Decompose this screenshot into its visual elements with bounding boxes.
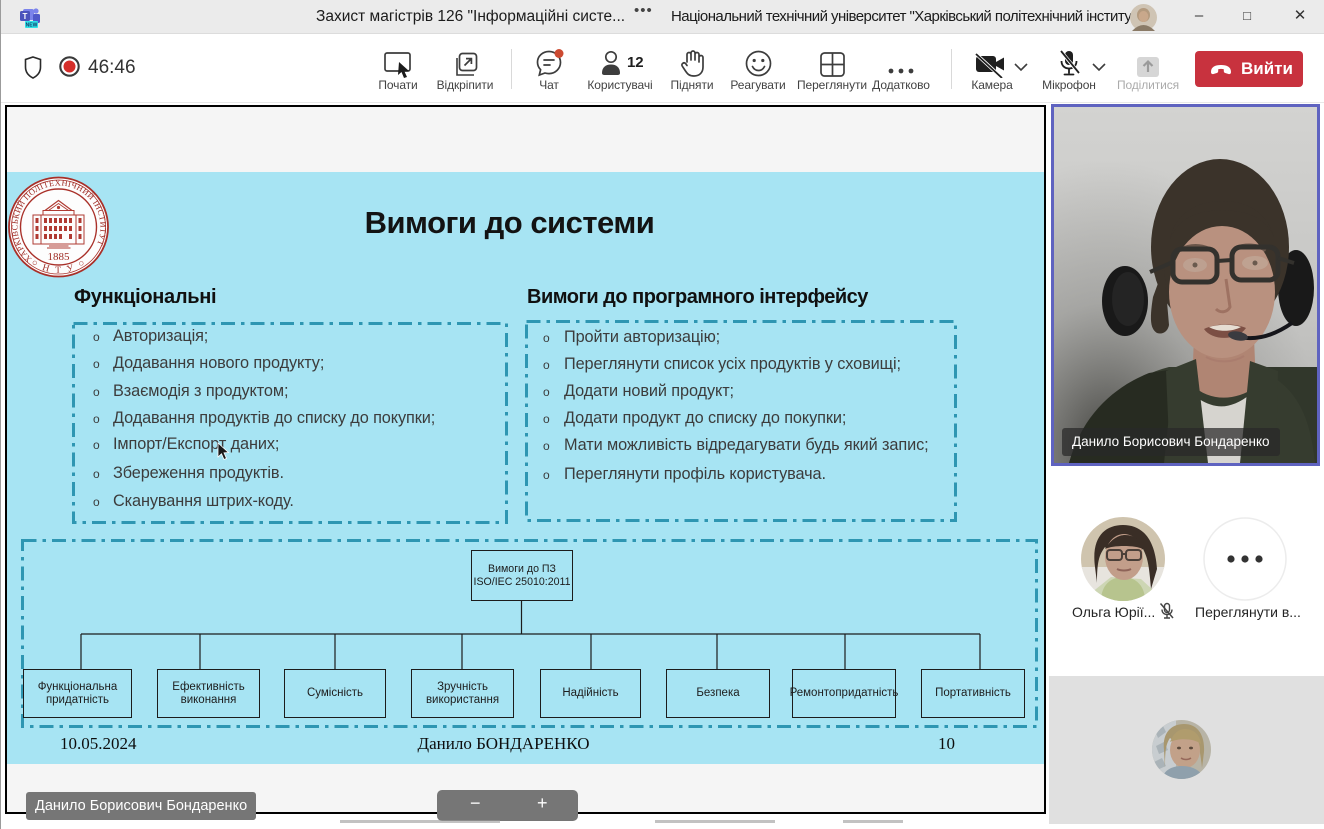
svg-text:NEW: NEW [26, 23, 38, 29]
svg-text:T: T [23, 12, 28, 21]
svg-text:1885: 1885 [48, 251, 71, 263]
svg-text:12: 12 [627, 54, 644, 71]
